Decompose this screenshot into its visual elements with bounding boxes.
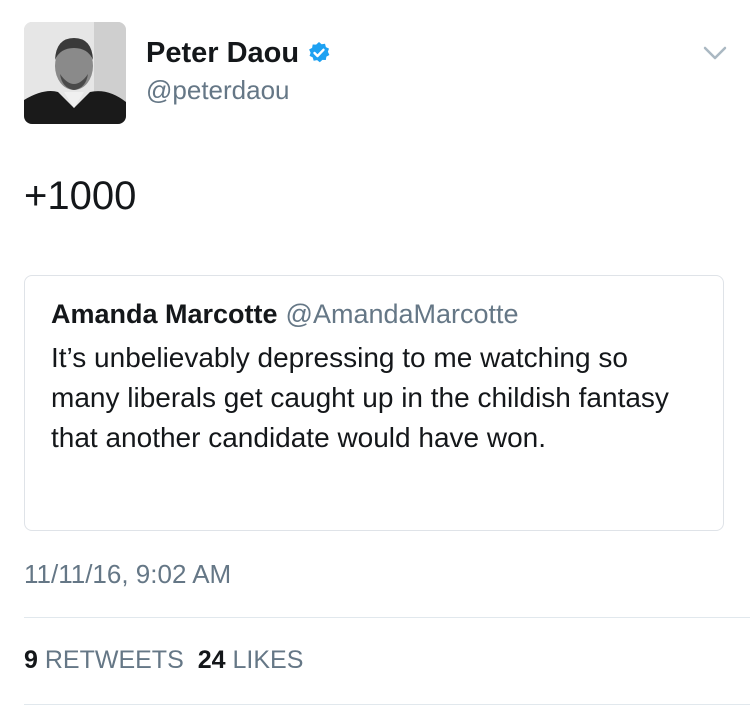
likes-stat[interactable]: 24 LIKES	[198, 646, 304, 674]
retweets-label: RETWEETS	[44, 646, 184, 674]
quoted-tweet-card[interactable]: Amanda Marcotte @AmandaMarcotte It’s unbe…	[24, 275, 724, 531]
divider	[24, 617, 750, 618]
profile-photo-icon	[24, 22, 126, 124]
quoted-tweet-text: It’s unbelievably depressing to me watch…	[51, 342, 669, 453]
chevron-down-icon[interactable]	[702, 44, 728, 62]
quoted-author-name: Amanda Marcotte	[51, 299, 278, 329]
tweet-timestamp[interactable]: 11/11/16, 9:02 AM	[24, 558, 231, 590]
quoted-tweet-header: Amanda Marcotte @AmandaMarcotte	[51, 296, 519, 332]
retweets-count: 9	[24, 646, 38, 674]
avatar[interactable]	[24, 22, 126, 124]
likes-count: 24	[197, 646, 226, 674]
author-display-name[interactable]: Peter Daou	[146, 36, 331, 70]
verified-badge-icon	[309, 42, 330, 63]
likes-label: LIKES	[232, 646, 304, 674]
retweets-stat[interactable]: 9 RETWEETS	[24, 646, 184, 674]
tweet-text: +1000	[24, 174, 137, 218]
author-handle[interactable]: @peterdaou	[146, 74, 290, 106]
quoted-author-handle: @AmandaMarcotte	[285, 299, 519, 329]
divider	[24, 704, 750, 705]
author-name-text[interactable]: Peter Daou	[146, 37, 299, 69]
engagement-stats: 9 RETWEETS 24 LIKES	[24, 644, 303, 676]
